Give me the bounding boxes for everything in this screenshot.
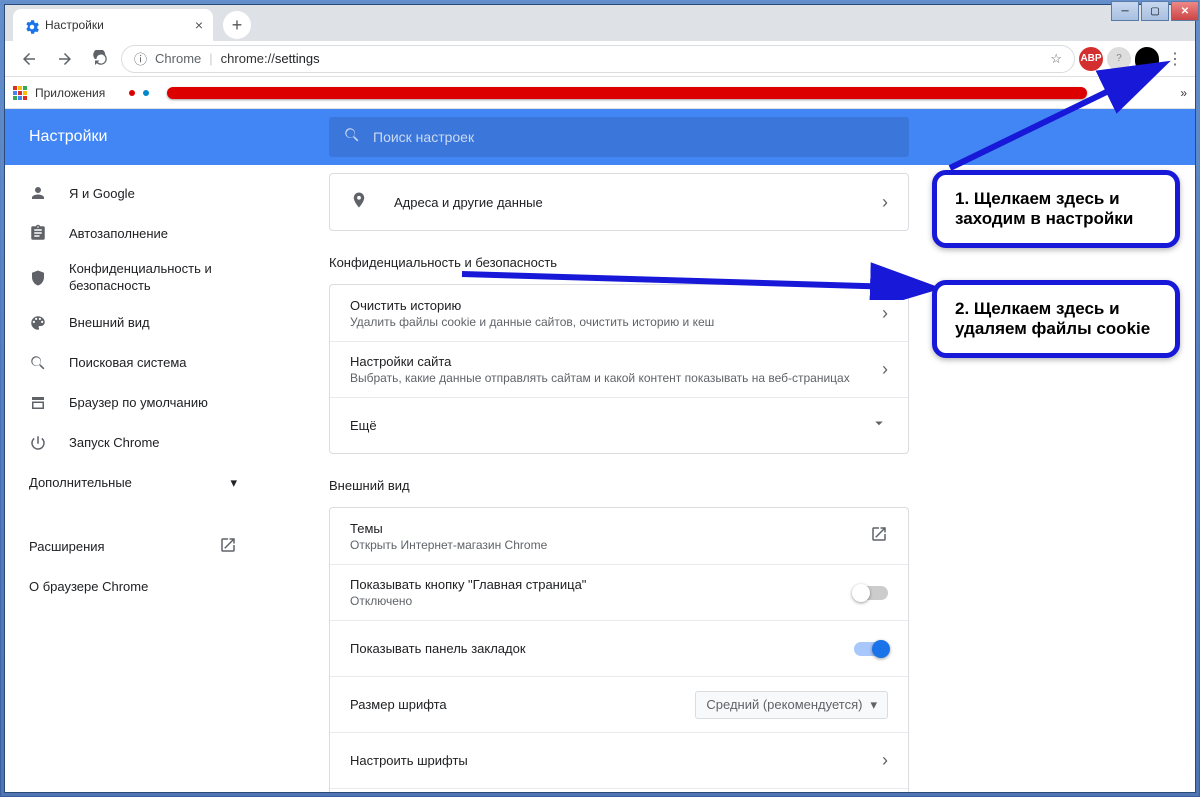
maximize-button[interactable]: ▢ bbox=[1141, 1, 1169, 21]
section-appearance-title: Внешний вид bbox=[329, 478, 909, 493]
browser-icon bbox=[29, 394, 47, 412]
annotation-callout-1: 1. Щелкаем здесь и заходим в настройки bbox=[932, 170, 1180, 248]
reload-button[interactable] bbox=[85, 43, 117, 75]
row-custom-fonts[interactable]: Настроить шрифты › bbox=[330, 732, 908, 788]
external-link-icon bbox=[219, 536, 237, 557]
back-button[interactable] bbox=[13, 43, 45, 75]
power-icon bbox=[29, 434, 47, 452]
select-font-size[interactable]: Средний (рекомендуется)▾ bbox=[695, 691, 888, 719]
sidebar-item-default-browser[interactable]: Браузер по умолчанию bbox=[5, 383, 261, 423]
chevron-right-icon: › bbox=[882, 303, 888, 324]
apps-label[interactable]: Приложения bbox=[35, 86, 105, 100]
forward-button[interactable] bbox=[49, 43, 81, 75]
settings-search[interactable] bbox=[329, 117, 909, 157]
sidebar-item-autofill[interactable]: Автозаполнение bbox=[5, 213, 261, 253]
sidebar-item-startup[interactable]: Запуск Chrome bbox=[5, 423, 261, 463]
search-icon bbox=[343, 126, 361, 149]
bookmarks-overflow-icon[interactable]: » bbox=[1180, 86, 1187, 100]
chevron-right-icon: › bbox=[882, 359, 888, 380]
location-icon bbox=[350, 191, 374, 214]
chevron-down-icon: ▾ bbox=[230, 475, 237, 491]
sidebar-item-extensions[interactable]: Расширения bbox=[5, 527, 261, 567]
sidebar-item-me-google[interactable]: Я и Google bbox=[5, 173, 261, 213]
external-link-icon bbox=[870, 525, 888, 548]
settings-search-input[interactable] bbox=[373, 129, 895, 145]
minimize-button[interactable]: ─ bbox=[1111, 1, 1139, 21]
settings-sidebar: Я и Google Автозаполнение Конфиденциальн… bbox=[5, 165, 261, 792]
page-title: Настройки bbox=[5, 128, 261, 146]
annotation-callout-2: 2. Щелкаем здесь и удаляем файлы cookie bbox=[932, 280, 1180, 358]
clipboard-icon bbox=[29, 224, 47, 242]
sidebar-item-about[interactable]: О браузере Chrome bbox=[5, 567, 261, 607]
chevron-right-icon: › bbox=[882, 192, 888, 213]
omnibox-url: chrome://settings bbox=[221, 51, 320, 66]
tab-settings[interactable]: Настройки × bbox=[13, 9, 213, 41]
sidebar-item-search[interactable]: Поисковая система bbox=[5, 343, 261, 383]
toggle-home-button[interactable] bbox=[854, 586, 888, 600]
search-nav-icon bbox=[29, 354, 47, 372]
sidebar-item-appearance[interactable]: Внешний вид bbox=[5, 303, 261, 343]
window-controls: ─ ▢ ✕ bbox=[1109, 1, 1199, 29]
sidebar-item-privacy[interactable]: Конфиденциальность и безопасность bbox=[5, 253, 261, 303]
gear-icon bbox=[23, 18, 37, 32]
tab-close-icon[interactable]: × bbox=[195, 17, 203, 33]
toggle-bookmarks-bar[interactable] bbox=[854, 642, 888, 656]
annotation-arrow-1 bbox=[930, 58, 1180, 178]
tab-title: Настройки bbox=[45, 18, 104, 32]
row-themes[interactable]: ТемыОткрыть Интернет-магазин Chrome bbox=[330, 508, 908, 564]
chevron-down-icon bbox=[870, 414, 888, 437]
row-font-size: Размер шрифта Средний (рекомендуется)▾ bbox=[330, 676, 908, 732]
row-more[interactable]: Ещё bbox=[330, 397, 908, 453]
row-site-settings[interactable]: Настройки сайтаВыбрать, какие данные отп… bbox=[330, 341, 908, 397]
row-addresses[interactable]: Адреса и другие данные › bbox=[330, 174, 908, 230]
omnibox-origin: Chrome bbox=[155, 51, 201, 66]
annotation-arrow-2 bbox=[450, 260, 940, 300]
tab-strip: Настройки × + bbox=[5, 5, 1195, 41]
row-zoom: Масштабирование страницы 100%▾ bbox=[330, 788, 908, 792]
site-info-icon[interactable]: ⓘ bbox=[134, 49, 147, 68]
chevron-down-icon: ▾ bbox=[870, 697, 877, 713]
apps-icon[interactable] bbox=[13, 86, 27, 100]
chevron-right-icon: › bbox=[882, 750, 888, 771]
row-home-button[interactable]: Показывать кнопку "Главная страница"Откл… bbox=[330, 564, 908, 620]
shield-icon bbox=[29, 269, 47, 287]
person-icon bbox=[29, 184, 47, 202]
row-bookmarks-bar[interactable]: Показывать панель закладок bbox=[330, 620, 908, 676]
palette-icon bbox=[29, 314, 47, 332]
close-button[interactable]: ✕ bbox=[1171, 1, 1199, 21]
sidebar-item-advanced[interactable]: Дополнительные▾ bbox=[5, 463, 261, 503]
new-tab-button[interactable]: + bbox=[223, 11, 251, 39]
